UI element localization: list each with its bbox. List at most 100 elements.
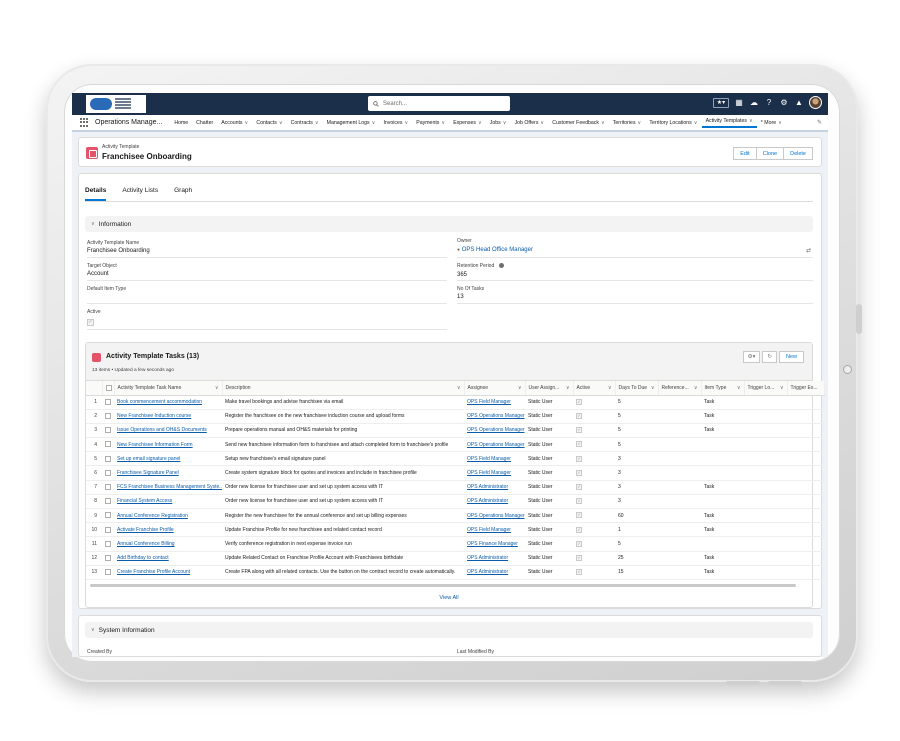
column-header-assignee[interactable]: Assignee ∨ [464,381,526,396]
task-name-link[interactable]: Franchisee Signature Panel [117,470,179,476]
assignee-link[interactable]: OPS Operations Manager [467,442,525,448]
chevron-down-icon[interactable]: ∨ [478,120,482,126]
row-checkbox[interactable] [102,480,114,495]
column-header-reference[interactable]: Reference... ∨ [658,381,702,396]
assignee-link[interactable]: OPS Administrator [467,569,508,575]
task-name-link[interactable]: FCS Franchisee Business Management Syste… [117,484,222,490]
refresh-icon[interactable]: ↻ [762,351,777,363]
horizontal-scrollbar[interactable] [90,584,796,587]
info-icon[interactable] [498,263,504,269]
select-all-checkbox[interactable] [102,381,115,396]
nav-item-chatter[interactable]: Chatter [192,120,217,126]
nav-item-contacts[interactable]: Contacts ∨ [252,120,286,126]
tab-graph[interactable]: Graph [174,187,192,201]
nav-item-contracts[interactable]: Contracts ∨ [287,120,323,126]
assignee-link[interactable]: OPS Field Manager [467,527,511,533]
task-name-link[interactable]: Book commencement accommodation [117,399,202,405]
column-header-description[interactable]: Description ∨ [222,381,465,396]
chevron-down-icon[interactable]: ∨ [457,385,461,391]
chevron-down-icon[interactable]: ∨ [503,120,507,126]
chevron-down-icon[interactable]: ∨ [638,120,642,126]
column-header-task-name[interactable]: Activity Template Task Name ∨ [114,381,223,396]
global-search-input[interactable]: Search... [368,96,510,111]
column-header-item-type[interactable]: Item Type ∨ [701,381,745,396]
setup-gear-icon[interactable]: ⚙ [779,98,789,108]
help-question-icon[interactable]: ? [764,98,774,108]
chevron-down-icon[interactable]: ∨ [608,385,612,391]
column-header-trigger-lookup[interactable]: Trigger Lo... ∨ [744,381,788,396]
assignee-link[interactable]: OPS Operations Manager [467,413,525,419]
new-button[interactable]: New [778,351,804,363]
chevron-down-icon[interactable]: ∨ [749,118,753,124]
chevron-down-icon[interactable]: ∨ [245,120,249,126]
chevron-down-icon[interactable]: ∨ [315,120,319,126]
assignee-link[interactable]: OPS Operations Manager [467,513,525,519]
chevron-down-icon[interactable]: ∨ [566,385,570,391]
delete-button[interactable]: Delete [784,147,813,160]
task-name-link[interactable]: New Franchisee Information Form [117,442,193,448]
chevron-down-icon[interactable]: ∨ [540,120,544,126]
nav-item-job-offers[interactable]: Job Offers ∨ [511,120,549,126]
task-name-link[interactable]: Create Franchise Profile Account [117,569,190,575]
view-all-link[interactable]: View All [86,595,812,601]
row-checkbox[interactable] [102,522,114,538]
nav-item-customer-feedback[interactable]: Customer Feedback ∨ [548,120,609,126]
task-name-link[interactable]: Annual Conference Registration [117,513,188,519]
nav-item-jobs[interactable]: Jobs ∨ [486,120,511,126]
edit-button[interactable]: Edit [733,147,757,160]
tab-details[interactable]: Details [85,187,107,201]
nav-item-management-logs[interactable]: Management Logs ∨ [323,120,380,126]
chevron-down-icon[interactable]: ∨ [215,385,219,391]
chevron-down-icon[interactable]: ∨ [737,385,741,391]
assignee-link[interactable]: OPS Field Manager [467,456,511,462]
app-launcher-waffle-icon[interactable] [80,117,90,128]
column-header-user-assignment[interactable]: User Assign... ∨ [525,381,574,396]
row-checkbox[interactable] [102,565,114,580]
chevron-down-icon[interactable]: ∨ [694,385,698,391]
related-list-title[interactable]: Activity Template Tasks (13) [106,353,199,360]
row-checkbox[interactable] [102,536,114,552]
nav-item-invoices[interactable]: Invoices ∨ [379,120,412,126]
task-name-link[interactable]: Add Birthday to contact [117,555,169,561]
row-checkbox[interactable] [102,423,114,439]
column-header-days-to-due[interactable]: Days To Due ∨ [615,381,659,396]
nav-item-payments[interactable]: Payments ∨ [412,120,449,126]
nav-item-territories[interactable]: Territories ∨ [609,120,646,126]
row-checkbox[interactable] [102,508,114,524]
chevron-down-icon[interactable]: ∨ [279,120,283,126]
system-information-section-header[interactable]: ∨ System Information [85,622,813,638]
assignee-link[interactable]: OPS Finance Manager [467,541,518,547]
user-avatar[interactable] [809,96,822,109]
column-header-active[interactable]: Active ∨ [573,381,616,396]
chevron-down-icon[interactable]: ∨ [518,385,522,391]
chevron-down-icon[interactable]: ∨ [694,120,698,126]
nav-item-accounts[interactable]: Accounts ∨ [217,120,252,126]
guidance-cloud-icon[interactable]: ☁ [749,98,759,108]
row-checkbox[interactable] [102,409,114,424]
assignee-link[interactable]: OPS Administrator [467,498,508,504]
column-header-trigger-expression[interactable]: Trigger Ex... [787,381,825,396]
row-checkbox[interactable] [102,494,114,510]
assignee-link[interactable]: OPS Operations Manager [467,427,525,433]
assignee-link[interactable]: OPS Administrator [467,555,508,561]
assignee-link[interactable]: OPS Administrator [467,484,508,490]
task-name-link[interactable]: Issue Operations and OH&S Documents [117,427,207,433]
task-name-link[interactable]: Activate Franchise Profile [117,527,174,533]
task-name-link[interactable]: Annual Conference Billing [117,541,175,547]
chevron-down-icon[interactable]: ∨ [441,120,445,126]
chevron-down-icon[interactable]: ∨ [651,385,655,391]
nav-item-home[interactable]: Home [170,120,192,126]
assignee-link[interactable]: OPS Field Manager [467,470,511,476]
clone-button[interactable]: Clone [756,147,785,160]
chevron-down-icon[interactable]: ∨ [778,120,782,126]
chevron-down-icon[interactable]: ∨ [601,120,605,126]
row-checkbox[interactable] [102,551,114,566]
favorites-star-icon[interactable]: ★▾ [713,97,729,108]
list-settings-gear-icon[interactable]: ⚙▾ [742,351,761,363]
chevron-down-icon[interactable]: ∨ [372,120,376,126]
row-checkbox[interactable] [102,395,114,410]
app-launcher-grid-icon[interactable]: ▦ [734,98,744,108]
row-checkbox[interactable] [102,451,114,467]
nav-item-more[interactable]: * More ∨ [757,120,786,126]
row-checkbox[interactable] [102,437,114,453]
